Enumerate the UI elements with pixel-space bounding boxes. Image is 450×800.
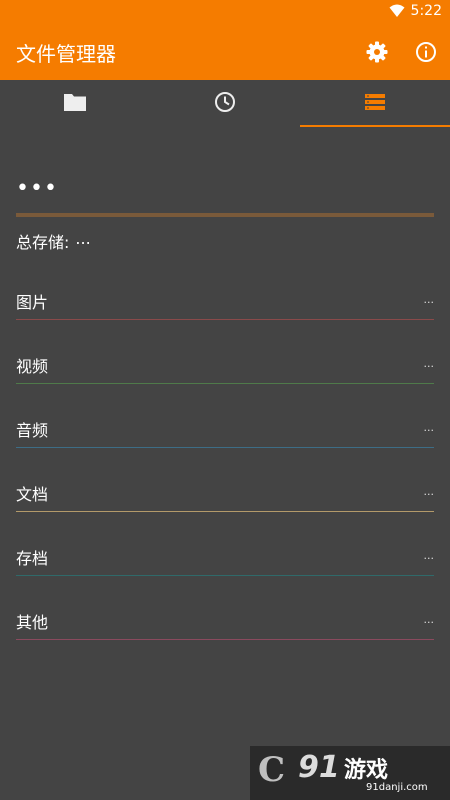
watermark-logo-c: C	[258, 750, 286, 790]
tab-recent[interactable]	[150, 80, 300, 128]
watermark-url: 91danji.com	[366, 782, 428, 793]
wifi-icon	[389, 4, 405, 18]
storage-bar	[16, 213, 434, 217]
category-label: 视频	[16, 357, 49, 376]
category-size: ...	[423, 485, 435, 498]
category-size: ...	[423, 421, 435, 434]
category-divider	[16, 447, 434, 448]
status-bar: 5:22	[0, 0, 450, 24]
status-indicators: 5:22	[389, 3, 442, 19]
category-label: 音频	[16, 421, 49, 440]
category-size: ...	[423, 357, 435, 370]
watermark-91: 91	[298, 750, 340, 785]
storage-icon	[364, 93, 386, 115]
category-images[interactable]: 图片 ...	[16, 289, 435, 320]
category-label: 文档	[16, 485, 49, 504]
category-size: ...	[423, 549, 435, 562]
category-divider	[16, 383, 434, 384]
tab-storage[interactable]	[300, 80, 450, 128]
category-archives[interactable]: 存档 ...	[16, 545, 435, 576]
category-documents[interactable]: 文档 ...	[16, 481, 435, 512]
status-time: 5:22	[410, 3, 442, 19]
app-bar: 文件管理器	[0, 24, 450, 80]
category-divider	[16, 639, 434, 640]
category-others[interactable]: 其他 ...	[16, 609, 435, 640]
folder-icon	[63, 92, 87, 116]
tab-indicator	[300, 125, 450, 127]
storage-value: •••	[16, 176, 58, 201]
tab-bar	[0, 80, 450, 128]
total-storage-label: 总存储:	[16, 233, 70, 252]
tab-files[interactable]	[0, 80, 150, 128]
category-label: 图片	[16, 293, 49, 312]
watermark: C 91 游戏 91danji.com	[250, 746, 450, 800]
total-storage-value: ...	[75, 229, 91, 248]
category-divider	[16, 319, 434, 320]
page-title: 文件管理器	[16, 42, 116, 66]
category-divider	[16, 511, 434, 512]
info-icon[interactable]	[414, 40, 438, 64]
category-size: ...	[423, 613, 435, 626]
total-storage: 总存储: ...	[16, 229, 91, 253]
category-audio[interactable]: 音频 ...	[16, 417, 435, 448]
watermark-brand: 游戏	[344, 758, 389, 783]
category-label: 其他	[16, 613, 49, 632]
gear-icon[interactable]	[365, 40, 389, 64]
category-label: 存档	[16, 549, 49, 568]
category-size: ...	[423, 293, 435, 306]
category-videos[interactable]: 视频 ...	[16, 353, 435, 384]
category-divider	[16, 575, 434, 576]
clock-icon	[214, 91, 236, 117]
